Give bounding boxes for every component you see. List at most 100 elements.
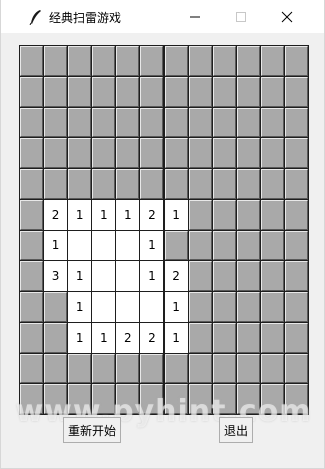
hidden-cell[interactable] — [68, 138, 92, 168]
hidden-cell[interactable] — [260, 138, 284, 168]
hidden-cell[interactable] — [212, 138, 236, 168]
hidden-cell[interactable] — [44, 46, 68, 76]
hidden-cell[interactable] — [284, 353, 308, 384]
hidden-cell[interactable] — [212, 322, 236, 353]
hidden-cell[interactable] — [284, 169, 308, 199]
hidden-cell[interactable] — [236, 230, 260, 261]
hidden-cell[interactable] — [260, 353, 284, 384]
hidden-cell[interactable] — [260, 230, 284, 261]
hidden-cell[interactable] — [188, 138, 212, 168]
hidden-cell[interactable] — [20, 261, 44, 291]
hidden-cell[interactable] — [188, 46, 212, 76]
hidden-cell[interactable] — [140, 138, 164, 168]
hidden-cell[interactable] — [236, 384, 260, 414]
hidden-cell[interactable] — [116, 384, 140, 414]
hidden-cell[interactable] — [188, 76, 212, 107]
hidden-cell[interactable] — [260, 76, 284, 107]
hidden-cell[interactable] — [260, 107, 284, 138]
hidden-cell[interactable] — [188, 261, 212, 291]
quit-button[interactable]: 退出 — [219, 417, 253, 443]
hidden-cell[interactable] — [212, 230, 236, 261]
hidden-cell[interactable] — [140, 46, 164, 76]
hidden-cell[interactable] — [164, 76, 188, 107]
hidden-cell[interactable] — [44, 322, 68, 353]
hidden-cell[interactable] — [68, 46, 92, 76]
hidden-cell[interactable] — [164, 46, 188, 76]
hidden-cell[interactable] — [284, 292, 308, 322]
hidden-cell[interactable] — [140, 353, 164, 384]
hidden-cell[interactable] — [260, 169, 284, 199]
hidden-cell[interactable] — [188, 169, 212, 199]
hidden-cell[interactable] — [212, 384, 236, 414]
hidden-cell[interactable] — [260, 384, 284, 414]
hidden-cell[interactable] — [92, 138, 116, 168]
hidden-cell[interactable] — [284, 76, 308, 107]
hidden-cell[interactable] — [116, 353, 140, 384]
hidden-cell[interactable] — [20, 199, 44, 230]
hidden-cell[interactable] — [236, 261, 260, 291]
hidden-cell[interactable] — [212, 353, 236, 384]
hidden-cell[interactable] — [140, 76, 164, 107]
hidden-cell[interactable] — [236, 169, 260, 199]
hidden-cell[interactable] — [92, 107, 116, 138]
hidden-cell[interactable] — [20, 107, 44, 138]
minimize-button[interactable] — [172, 0, 218, 33]
hidden-cell[interactable] — [164, 107, 188, 138]
close-button[interactable] — [264, 0, 310, 33]
hidden-cell[interactable] — [140, 169, 164, 199]
hidden-cell[interactable] — [68, 353, 92, 384]
hidden-cell[interactable] — [284, 199, 308, 230]
hidden-cell[interactable] — [236, 138, 260, 168]
hidden-cell[interactable] — [116, 138, 140, 168]
hidden-cell[interactable] — [20, 322, 44, 353]
hidden-cell[interactable] — [44, 138, 68, 168]
hidden-cell[interactable] — [188, 230, 212, 261]
hidden-cell[interactable] — [92, 76, 116, 107]
hidden-cell[interactable] — [284, 230, 308, 261]
hidden-cell[interactable] — [68, 76, 92, 107]
hidden-cell[interactable] — [116, 46, 140, 76]
hidden-cell[interactable] — [284, 138, 308, 168]
hidden-cell[interactable] — [212, 76, 236, 107]
hidden-cell[interactable] — [68, 384, 92, 414]
hidden-cell[interactable] — [188, 322, 212, 353]
hidden-cell[interactable] — [284, 46, 308, 76]
hidden-cell[interactable] — [236, 199, 260, 230]
hidden-cell[interactable] — [236, 322, 260, 353]
hidden-cell[interactable] — [260, 292, 284, 322]
hidden-cell[interactable] — [284, 384, 308, 414]
hidden-cell[interactable] — [20, 384, 44, 414]
hidden-cell[interactable] — [164, 169, 188, 199]
hidden-cell[interactable] — [260, 261, 284, 291]
hidden-cell[interactable] — [260, 322, 284, 353]
hidden-cell[interactable] — [20, 169, 44, 199]
hidden-cell[interactable] — [20, 230, 44, 261]
hidden-cell[interactable] — [260, 199, 284, 230]
hidden-cell[interactable] — [20, 138, 44, 168]
hidden-cell[interactable] — [236, 353, 260, 384]
hidden-cell[interactable] — [68, 107, 92, 138]
hidden-cell[interactable] — [92, 353, 116, 384]
maximize-button[interactable] — [218, 0, 264, 33]
restart-button[interactable]: 重新开始 — [63, 417, 121, 443]
hidden-cell[interactable] — [116, 76, 140, 107]
hidden-cell[interactable] — [44, 107, 68, 138]
hidden-cell[interactable] — [20, 353, 44, 384]
hidden-cell[interactable] — [284, 107, 308, 138]
hidden-cell[interactable] — [20, 46, 44, 76]
hidden-cell[interactable] — [44, 384, 68, 414]
hidden-cell[interactable] — [236, 107, 260, 138]
hidden-cell[interactable] — [116, 107, 140, 138]
hidden-cell[interactable] — [164, 230, 188, 261]
hidden-cell[interactable] — [236, 76, 260, 107]
hidden-cell[interactable] — [188, 353, 212, 384]
hidden-cell[interactable] — [236, 46, 260, 76]
hidden-cell[interactable] — [188, 199, 212, 230]
hidden-cell[interactable] — [236, 292, 260, 322]
hidden-cell[interactable] — [212, 46, 236, 76]
hidden-cell[interactable] — [92, 169, 116, 199]
hidden-cell[interactable] — [116, 169, 140, 199]
hidden-cell[interactable] — [212, 292, 236, 322]
hidden-cell[interactable] — [44, 76, 68, 107]
hidden-cell[interactable] — [92, 384, 116, 414]
